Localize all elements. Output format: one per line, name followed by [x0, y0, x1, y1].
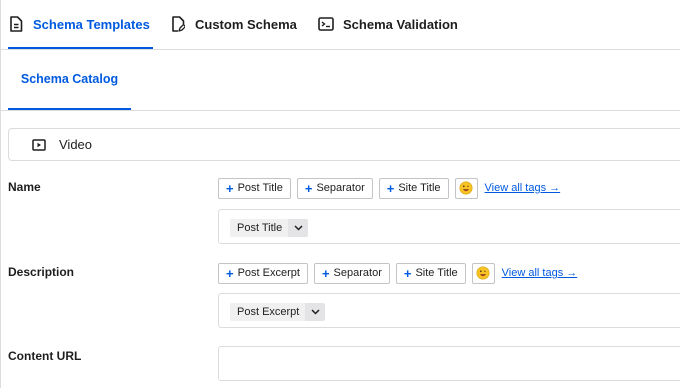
name-tag-row: + Post Title + Separator + Site Title View … [218, 177, 560, 199]
tab-label: Custom Schema [195, 16, 297, 32]
post-excerpt-chip[interactable]: Post Excerpt [230, 303, 326, 321]
plus-icon: + [226, 265, 234, 281]
sub-tabs: Schema Catalog [0, 49, 680, 111]
post-title-chip[interactable]: Post Title [230, 219, 309, 237]
add-post-excerpt-tag-button[interactable]: + Post Excerpt [218, 262, 308, 284]
chevron-down-icon[interactable] [305, 303, 326, 321]
document-icon [8, 16, 24, 32]
subtab-label: Schema Catalog [20, 72, 119, 86]
view-all-tags-link[interactable]: View all tags → [502, 267, 578, 279]
tab-label: Schema Templates [33, 16, 150, 32]
emoji-picker-button[interactable] [471, 262, 495, 284]
schema-type-toggle[interactable]: Video [8, 128, 680, 161]
add-site-title-tag-button[interactable]: + Site Title [395, 262, 466, 284]
plus-icon: + [403, 265, 412, 281]
plus-icon: + [304, 180, 313, 196]
emoji-icon [459, 181, 473, 195]
chevron-down-icon[interactable] [288, 219, 309, 237]
plus-icon: + [386, 180, 395, 196]
top-tabs: Schema Templates Custom Schema Schema Va… [0, 0, 680, 50]
tab-schema-templates[interactable]: Schema Templates [8, 0, 153, 49]
emoji-picker-button[interactable] [454, 177, 478, 199]
terminal-icon [318, 16, 334, 32]
description-input[interactable]: Post Excerpt [218, 293, 680, 328]
add-site-title-tag-button[interactable]: + Site Title [378, 177, 449, 199]
add-separator-tag-button[interactable]: + Separator [296, 177, 373, 199]
view-all-tags-link[interactable]: View all tags → [485, 182, 561, 194]
emoji-icon [476, 266, 490, 280]
name-input[interactable]: Post Title [218, 209, 680, 244]
content-url-label: Content URL [8, 349, 82, 363]
tab-label: Schema Validation [343, 16, 458, 32]
description-tag-row: + Post Excerpt + Separator + Site Title Vie… [218, 262, 577, 284]
plus-icon: + [321, 265, 330, 281]
schema-type-label: Video [59, 137, 93, 152]
tab-schema-catalog[interactable]: Schema Catalog [8, 49, 131, 110]
tab-custom-schema[interactable]: Custom Schema [170, 0, 297, 48]
add-post-title-tag-button[interactable]: + Post Title [218, 177, 291, 199]
tab-schema-validation[interactable]: Schema Validation [318, 0, 458, 48]
description-label: Description [8, 265, 75, 279]
plus-icon: + [226, 180, 234, 196]
add-separator-tag-button[interactable]: + Separator [313, 262, 390, 284]
name-label: Name [8, 180, 41, 194]
document-edit-icon [170, 16, 186, 32]
content-url-input[interactable] [218, 346, 680, 381]
video-icon [32, 138, 46, 151]
